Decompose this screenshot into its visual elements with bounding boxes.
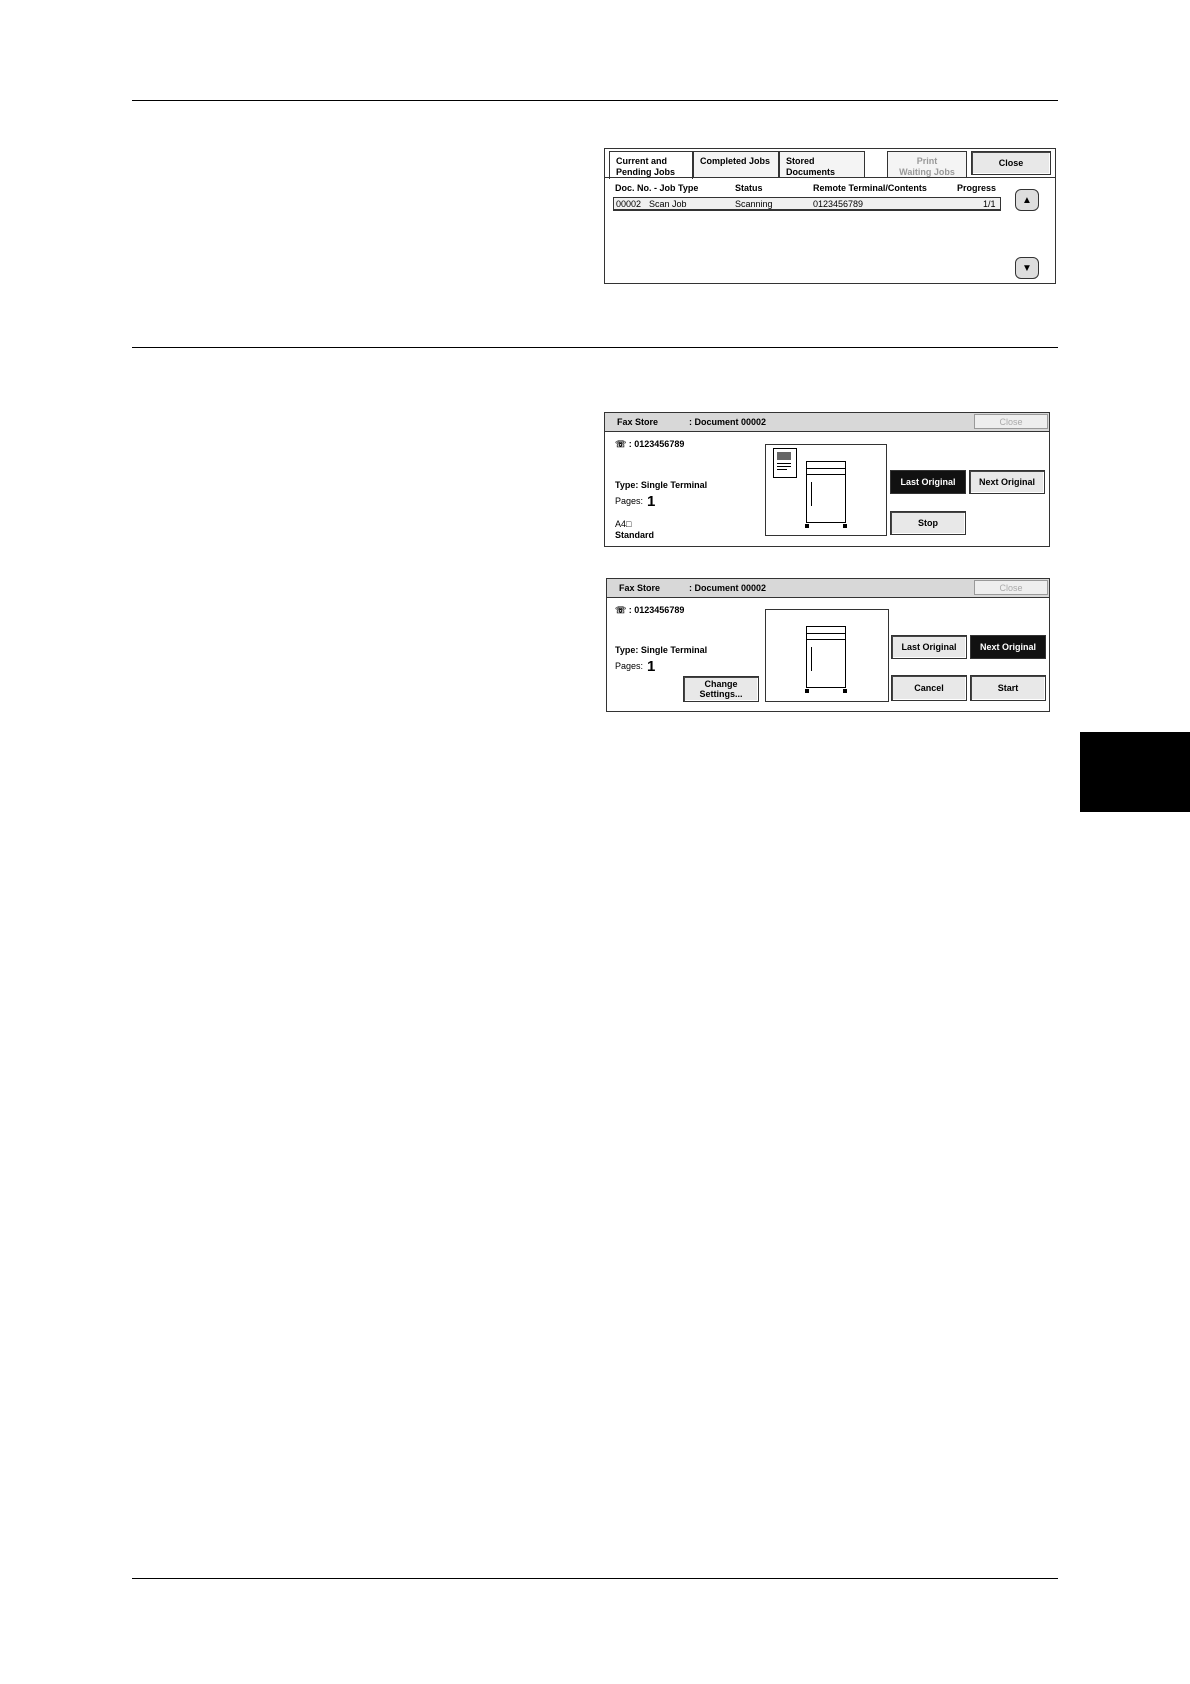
scanner-preview (765, 609, 889, 702)
tab-print-waiting-jobs[interactable]: Print Waiting Jobs (887, 151, 967, 177)
stop-button[interactable]: Stop (890, 511, 966, 535)
row-progress: 1/1 (983, 199, 996, 209)
fax-store-title: Fax Store (617, 417, 659, 427)
bottom-rule (132, 1578, 1058, 1579)
tab-completed-jobs[interactable]: Completed Jobs (693, 151, 779, 177)
document-thumbnail-icon (773, 448, 797, 478)
next-original-button[interactable]: Next Original (969, 470, 1045, 494)
fax-store-screen-complete: Fax Store : Document 00002 Close ☏ : 012… (606, 578, 1050, 712)
column-doc-header: Doc. No. - Job Type (615, 183, 699, 193)
tab-stored-documents[interactable]: Stored Documents (779, 151, 865, 177)
fax-store-title: Fax Store (619, 583, 661, 593)
tab-bar: Current and Pending Jobs Completed Jobs … (605, 149, 1055, 179)
column-progress-header: Progress (957, 183, 997, 193)
close-button[interactable]: Close (974, 414, 1048, 429)
pages-line: Pages: 1 (615, 658, 656, 675)
column-remote-header: Remote Terminal/Contents (813, 183, 927, 193)
start-button[interactable]: Start (970, 675, 1046, 701)
cancel-button[interactable]: Cancel (891, 675, 967, 701)
type-label: Type: Single Terminal (615, 480, 708, 490)
scanner-preview (765, 444, 887, 536)
close-button[interactable]: Close (971, 151, 1051, 175)
paper-size: A4□ (615, 519, 632, 529)
row-status: Scanning (735, 199, 773, 209)
pages-line: Pages: 1 (615, 493, 656, 510)
scroll-up-button[interactable]: ▲ (1015, 189, 1039, 211)
row-job-type: Scan Job (649, 199, 687, 209)
copier-machine-icon (805, 461, 847, 528)
document-label: : Document 00002 (689, 417, 767, 427)
row-doc-no: 00002 (616, 199, 642, 209)
telephone-icon: ☏ (615, 605, 627, 615)
copier-machine-icon (805, 626, 847, 693)
row-remote: 0123456789 (813, 199, 864, 209)
column-status-header: Status (735, 183, 763, 193)
chapter-tab (1080, 732, 1190, 812)
top-rule (132, 100, 1058, 101)
type-label: Type: Single Terminal (615, 645, 708, 655)
last-original-button[interactable]: Last Original (891, 635, 967, 659)
triangle-up-icon: ▲ (1022, 194, 1032, 206)
telephone-icon: ☏ (615, 439, 627, 449)
fax-store-header: Fax Store : Document 00002 Close (607, 579, 1049, 598)
tab-divider (605, 177, 1055, 178)
phone-line: ☏ : 0123456789 (615, 439, 685, 449)
last-original-button[interactable]: Last Original (890, 470, 966, 494)
next-original-button[interactable]: Next Original (970, 635, 1046, 659)
phone-line: ☏ : 0123456789 (615, 605, 685, 615)
section-rule (132, 347, 1058, 348)
fax-store-screen-scanning: Fax Store : Document 00002 Close ☏ : 012… (604, 412, 1050, 547)
change-settings-button[interactable]: Change Settings... (683, 676, 759, 702)
tab-current-pending-jobs[interactable]: Current and Pending Jobs (609, 151, 693, 179)
close-button[interactable]: Close (974, 580, 1048, 595)
fax-store-header: Fax Store : Document 00002 Close (605, 413, 1049, 432)
document-label: : Document 00002 (689, 583, 767, 593)
triangle-down-icon: ▼ (1022, 262, 1032, 274)
resolution: Standard (615, 530, 655, 540)
scroll-down-button[interactable]: ▼ (1015, 257, 1039, 279)
job-status-screen: Current and Pending Jobs Completed Jobs … (604, 148, 1056, 284)
